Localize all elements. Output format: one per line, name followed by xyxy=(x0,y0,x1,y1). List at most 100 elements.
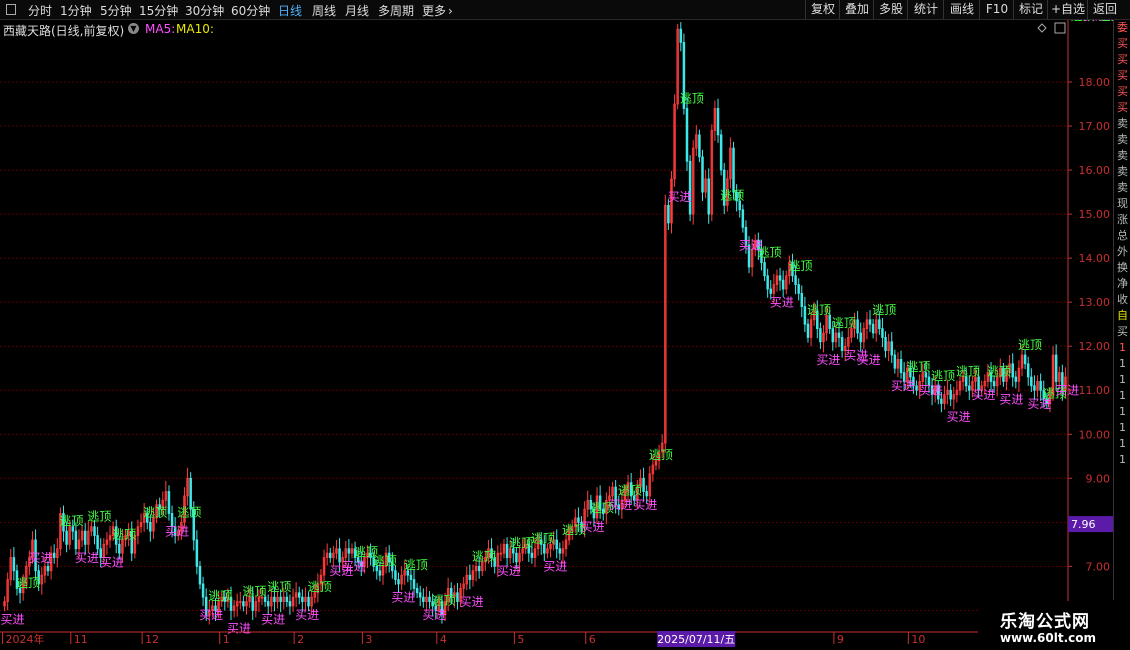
y-tick-label: 7.00 xyxy=(1086,560,1111,573)
tab-60min[interactable]: 60分钟 xyxy=(231,2,270,19)
watermark-title: 乐淘公式网 xyxy=(1000,612,1090,632)
layout-icon[interactable] xyxy=(1054,22,1066,34)
candle-body xyxy=(422,596,425,602)
tab-more[interactable]: 更多 › xyxy=(422,2,453,19)
top-signal-label: 逃顶 xyxy=(872,303,896,317)
buy-signal-label: 买进 xyxy=(342,560,366,574)
candle-body xyxy=(837,332,841,338)
candle-body xyxy=(679,28,683,43)
y-tick-label: 11.00 xyxy=(1079,384,1111,397)
top-signal-label: 逃顶 xyxy=(87,510,111,524)
candle-body xyxy=(338,548,341,563)
buy-signal-label: 买进 xyxy=(947,410,971,424)
tab-monthly[interactable]: 月线 xyxy=(345,2,369,19)
x-tick-label: 1 xyxy=(223,633,230,646)
candle-body xyxy=(1014,376,1018,382)
candle-body xyxy=(763,262,766,277)
candle-body xyxy=(1054,354,1058,382)
candle-body xyxy=(83,530,87,545)
candle-body xyxy=(800,292,804,307)
overlay-button[interactable]: 叠加 xyxy=(839,0,874,19)
top-signal-label: 逃顶 xyxy=(807,303,831,317)
tab-1min[interactable]: 1分钟 xyxy=(60,2,92,19)
side-strip-char: 1 xyxy=(1119,373,1126,386)
candle-body xyxy=(149,521,152,532)
candle-body xyxy=(778,275,782,281)
top-signal-label: 逃顶 xyxy=(143,505,167,519)
candle-body xyxy=(378,570,382,576)
top-signal-label: 逃顶 xyxy=(432,593,456,607)
statistics-button[interactable]: 统计 xyxy=(907,0,944,19)
top-signal-label: 逃顶 xyxy=(531,532,555,546)
tab-30min[interactable]: 30分钟 xyxy=(185,2,224,19)
top-signal-label: 逃顶 xyxy=(720,188,744,202)
x-tick-label: 2 xyxy=(297,633,304,646)
candle-body xyxy=(899,359,903,374)
buy-signal-label: 买进 xyxy=(391,591,415,605)
tab-more-label: 更多 xyxy=(422,4,447,18)
buy-signal-label: 买进 xyxy=(609,498,633,512)
top-signal-label: 逃顶 xyxy=(649,448,673,462)
candle-body xyxy=(766,275,769,290)
x-tick-label: 11 xyxy=(74,633,88,646)
buy-signal-label: 买进 xyxy=(857,353,881,367)
tab-15min[interactable]: 15分钟 xyxy=(139,2,178,19)
candle-body xyxy=(831,328,835,343)
candle-body xyxy=(118,543,121,554)
candle-body xyxy=(806,323,810,338)
candle-body xyxy=(1011,363,1014,378)
diamond-icon[interactable] xyxy=(1037,23,1047,33)
buy-signal-label: 买进 xyxy=(1,613,25,627)
top-signal-label: 逃顶 xyxy=(618,483,642,497)
top-signal-label: 逃顶 xyxy=(906,360,930,374)
back-button[interactable]: 返回 xyxy=(1087,0,1122,19)
panel-toggle-icon[interactable] xyxy=(6,4,16,15)
candle-body xyxy=(251,596,254,611)
candle-body xyxy=(1039,381,1042,391)
side-strip-char: 买 xyxy=(1117,69,1128,82)
side-strip-char: 收 xyxy=(1117,293,1128,306)
tab-weekly[interactable]: 周线 xyxy=(312,2,336,19)
top-signal-label: 逃顶 xyxy=(243,585,267,599)
tab-multi-period[interactable]: 多周期 xyxy=(378,2,414,19)
candle-body xyxy=(1030,376,1033,387)
mark-button[interactable]: 标记 xyxy=(1013,0,1048,19)
top-signal-label: 逃顶 xyxy=(267,580,291,594)
top-signal-label: 逃顶 xyxy=(956,364,980,378)
buy-signal-label: 买进 xyxy=(227,621,251,635)
buy-signal-label: 买进 xyxy=(460,595,484,609)
f10-button[interactable]: F10 xyxy=(979,0,1014,19)
candle-body xyxy=(1023,354,1027,365)
x-tick-label: 10 xyxy=(911,633,925,646)
tab-5min[interactable]: 5分钟 xyxy=(100,2,132,19)
y-tick-label: 17.00 xyxy=(1079,120,1111,133)
top-signal-label: 逃顶 xyxy=(112,527,136,541)
chevron-right-icon: › xyxy=(448,4,453,18)
candlestick-chart[interactable]: 买进逃顶买进逃顶买进逃顶买进逃顶逃顶买进逃顶买进逃顶买进逃顶买进逃顶买进逃顶买进… xyxy=(0,20,1113,650)
top-signal-label: 逃顶 xyxy=(788,259,812,273)
candle-body xyxy=(992,381,996,387)
candle-body xyxy=(297,592,301,598)
candle-body xyxy=(828,314,831,329)
tab-daily[interactable]: 日线 xyxy=(278,2,302,19)
candle-body xyxy=(893,354,897,369)
candle-body xyxy=(201,583,205,598)
candle-body xyxy=(698,134,701,158)
candle-body xyxy=(558,548,562,554)
multi-stock-button[interactable]: 多股 xyxy=(873,0,908,19)
add-watchlist-button[interactable]: +自选 xyxy=(1047,0,1088,19)
candle-body xyxy=(285,596,289,602)
candle-body xyxy=(856,319,859,334)
tab-fenshi[interactable]: 分时 xyxy=(28,2,52,19)
candle-body xyxy=(397,579,400,585)
candle-body xyxy=(685,108,689,162)
candle-body xyxy=(279,596,282,602)
draw-line-button[interactable]: 画线 xyxy=(943,0,980,19)
candle-body xyxy=(555,539,558,550)
candle-body xyxy=(198,565,202,585)
fuquan-button[interactable]: 复权 xyxy=(805,0,840,19)
buy-signal-label: 买进 xyxy=(295,608,319,622)
candle-body xyxy=(716,108,720,136)
x-tick-label: 4 xyxy=(440,633,447,646)
candle-body xyxy=(840,337,844,352)
